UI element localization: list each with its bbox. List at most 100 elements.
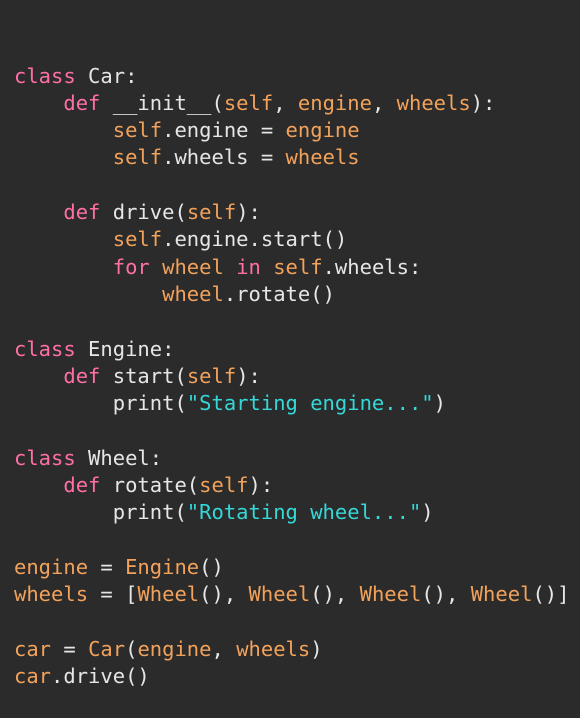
code-token-identifier: [14, 473, 63, 497]
code-token-identifier: [14, 91, 63, 115]
code-token-identifier: .engine.start(): [162, 227, 348, 252]
code-token-identifier: .rotate(): [223, 281, 335, 306]
code-token-identifier: Engine:: [75, 336, 175, 361]
code-line: def rotate(self):: [14, 472, 580, 499]
code-line: def __init__(self, engine, wheels):: [14, 90, 580, 117]
code-token-identifier: print(: [14, 500, 187, 525]
code-token-punctuation: (),: [199, 582, 249, 607]
code-token-variable: wheels: [285, 145, 360, 170]
code-token-identifier: rotate(: [100, 473, 200, 498]
code-token-keyword: def: [63, 200, 101, 225]
code-token-variable: wheel: [162, 254, 224, 279]
code-line: self.wheels = wheels: [14, 144, 580, 171]
code-token-identifier: Car:: [75, 63, 138, 88]
code-token-identifier: start(: [100, 363, 187, 388]
code-token-punctuation: ): [421, 500, 434, 525]
code-line: wheel.rotate(): [14, 281, 580, 308]
code-token-identifier: [14, 282, 162, 306]
code-token-identifier: Wheel:: [75, 445, 163, 470]
code-token-class-call: Engine: [125, 554, 200, 579]
code-token-punctuation: (),: [310, 582, 360, 607]
code-token-class-call: Wheel: [470, 582, 533, 607]
code-token-self: self: [112, 145, 163, 170]
code-token-identifier: print(: [14, 391, 187, 416]
code-line: class Engine:: [14, 336, 580, 363]
code-token-class-call: Wheel: [359, 582, 422, 607]
code-token-identifier: [14, 227, 113, 251]
code-token-identifier: [14, 118, 113, 142]
code-token-keyword: class: [14, 445, 76, 470]
code-line: class Wheel:: [14, 445, 580, 472]
code-token-punctuation: ,: [273, 90, 298, 115]
code-token-parameter: engine: [297, 90, 372, 115]
code-line: for wheel in self.wheels:: [14, 254, 580, 281]
code-token-identifier: [14, 255, 113, 279]
code-line: class Car:: [14, 63, 580, 90]
code-lines: class Car: def __init__(self, engine, wh…: [14, 63, 580, 691]
code-token-string: "Rotating wheel...": [186, 500, 422, 525]
code-token-identifier: .wheels =: [162, 145, 286, 170]
code-token-identifier: [14, 145, 113, 169]
code-token-punctuation: ):: [470, 90, 496, 115]
code-token-keyword: def: [63, 473, 101, 498]
code-token-identifier: .drive(): [51, 664, 150, 689]
code-token-self: self: [223, 90, 274, 115]
code-token-identifier: __init__(: [100, 90, 224, 115]
code-token-class-call: Wheel: [248, 582, 311, 607]
code-token-identifier: [14, 364, 63, 388]
code-token-operator: =: [88, 554, 126, 579]
code-token-keyword: def: [63, 90, 101, 115]
code-token-self: self: [199, 473, 249, 498]
code-token-keyword: class: [14, 63, 76, 88]
code-token-punctuation: (),: [421, 582, 471, 607]
code-token-keyword: def: [63, 363, 101, 388]
code-token-punctuation: ()]: [532, 582, 570, 607]
code-token-identifier: [224, 255, 236, 279]
code-token-self: self: [112, 118, 163, 143]
code-token-punctuation: ):: [236, 200, 261, 225]
code-line: car = Car(engine, wheels): [14, 636, 580, 663]
code-token-punctuation: ):: [248, 473, 274, 498]
code-token-identifier: [14, 200, 63, 224]
code-token-variable: engine: [285, 118, 360, 143]
code-editor[interactable]: class Car: def __init__(self, engine, wh…: [0, 0, 580, 688]
code-line: engine = Engine(): [14, 554, 580, 581]
code-token-self: self: [186, 200, 237, 225]
code-line: self.engine = engine: [14, 117, 580, 144]
code-token-keyword: in: [236, 254, 261, 279]
code-token-variable: engine: [14, 554, 89, 579]
code-token-variable: wheels: [14, 582, 89, 607]
code-token-self: self: [273, 254, 323, 279]
code-token-keyword: class: [14, 336, 76, 361]
code-line: def drive(self):: [14, 199, 580, 226]
code-line: def start(self):: [14, 363, 580, 390]
code-line: print("Rotating wheel..."): [14, 499, 580, 526]
code-token-identifier: drive(: [100, 200, 187, 225]
code-token-identifier: .engine =: [162, 118, 286, 143]
code-token-identifier: .wheels:: [322, 254, 422, 279]
code-token-operator: = [: [88, 582, 138, 607]
code-token-punctuation: (): [199, 554, 224, 579]
code-token-identifier: [150, 255, 162, 279]
code-token-self: self: [186, 363, 237, 388]
code-token-variable: wheel: [162, 281, 224, 306]
code-token-self: self: [112, 227, 163, 252]
code-token-keyword: for: [112, 254, 150, 279]
code-token-parameter: wheels: [396, 90, 471, 115]
code-token-identifier: [261, 255, 273, 279]
code-token-string: "Starting engine...": [186, 391, 434, 416]
code-token-punctuation: ): [433, 391, 446, 416]
code-token-variable: car: [14, 664, 52, 689]
code-line: print("Starting engine..."): [14, 390, 580, 417]
code-token-punctuation: ,: [371, 90, 397, 115]
code-line: wheels = [Wheel(), Wheel(), Wheel(), Whe…: [14, 581, 580, 608]
code-line: car.drive(): [14, 663, 580, 690]
code-token-punctuation: ):: [236, 363, 261, 388]
code-line: self.engine.start(): [14, 226, 580, 253]
code-token-class-call: Wheel: [137, 582, 200, 607]
